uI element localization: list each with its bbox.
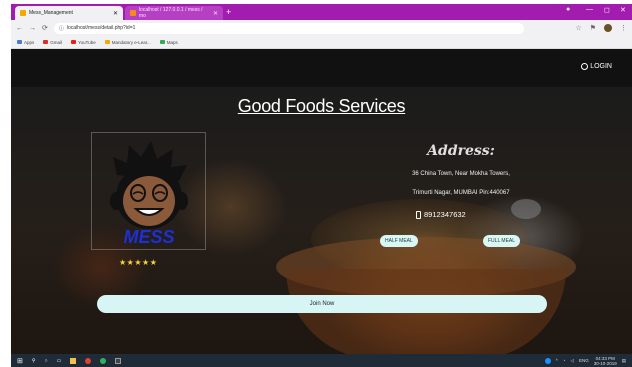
- clock[interactable]: 04:33 PM 30-10-2019: [594, 356, 617, 366]
- maximize-button[interactable]: ◻: [604, 6, 610, 14]
- account-avatar[interactable]: [604, 24, 612, 32]
- star-rating: ★★★★★: [119, 258, 158, 267]
- address-line-2: Trimurti Nagar, MUMBAI Pin:440067: [412, 190, 510, 196]
- user-icon: [581, 63, 589, 70]
- tab-title: Mess_Management: [29, 10, 73, 16]
- phone-number: 8912347632: [416, 210, 466, 219]
- favicon-icon: [20, 10, 26, 16]
- bookmark-star-icon[interactable]: ☆: [575, 24, 581, 32]
- wifi-icon[interactable]: ◔: [563, 358, 566, 363]
- clock-time: 04:33 PM: [595, 355, 615, 361]
- menu-icon[interactable]: ⋮: [620, 24, 627, 32]
- back-button[interactable]: ←: [16, 25, 23, 32]
- file-explorer-icon[interactable]: [70, 357, 77, 364]
- login-label: LOGIN: [590, 63, 612, 70]
- reload-button[interactable]: ⟳: [42, 24, 48, 32]
- tab-strip: Mess_Management ✕ localhost / 127.0.0.1 …: [11, 4, 632, 20]
- bookmark-elearning[interactable]: Mandatory e-Lear...: [104, 40, 151, 45]
- minimize-button[interactable]: —: [586, 6, 593, 13]
- bookmark-youtube[interactable]: YouTube: [71, 40, 96, 45]
- page-title: Good Foods Services: [237, 96, 406, 116]
- full-meal-button[interactable]: FULL MEAL: [483, 235, 521, 247]
- mess-logo: MESS: [110, 141, 188, 247]
- bookmarks-bar: Apps Gmail YouTube Mandatory e-Lear... M…: [11, 36, 632, 49]
- close-tab-icon[interactable]: ✕: [113, 10, 118, 17]
- clock-date: 30-10-2019: [593, 360, 617, 366]
- system-tray: ^ ◔ ◁ ENG 04:33 PM 30-10-2019 ▤: [544, 356, 626, 366]
- terminal-icon[interactable]: [115, 357, 122, 364]
- extension-icon[interactable]: ⚑: [590, 24, 596, 32]
- forward-button[interactable]: →: [29, 25, 36, 32]
- tray-expand-icon[interactable]: ^: [556, 358, 558, 363]
- page-content: LOGIN Good Foods Services MESS ★★★★★ Add…: [11, 49, 632, 354]
- close-window-button[interactable]: ✕: [620, 6, 626, 14]
- app-icon[interactable]: [100, 357, 107, 364]
- bookmark-maps[interactable]: Maps: [159, 40, 178, 45]
- elearning-icon: [104, 40, 110, 44]
- url-text: localhost/mess/detail.php?id=1: [66, 25, 136, 31]
- notifications-icon[interactable]: ▤: [622, 358, 626, 364]
- volume-icon[interactable]: ◁: [570, 358, 573, 364]
- youtube-icon: [71, 40, 77, 44]
- phone-icon: [416, 210, 421, 219]
- half-meal-button[interactable]: HALF MEAL: [380, 235, 418, 247]
- cortana-icon[interactable]: ○: [45, 358, 48, 364]
- toolbar-actions: ☆ ⚑ ⋮: [575, 24, 627, 32]
- logo-text: MESS: [123, 227, 174, 247]
- bookmark-apps[interactable]: Apps: [17, 40, 34, 45]
- tab-title: localhost / 127.0.0.1 / mess / mo: [138, 7, 203, 19]
- apps-icon: [17, 40, 22, 44]
- gmail-icon: [43, 40, 49, 44]
- close-tab-icon[interactable]: ✕: [213, 10, 218, 17]
- maps-icon: [159, 40, 165, 44]
- chrome-icon[interactable]: [85, 357, 92, 364]
- login-link[interactable]: LOGIN: [581, 63, 612, 70]
- url-input[interactable]: ⓘ localhost/mess/detail.php?id=1: [53, 22, 524, 34]
- profile-icon[interactable]: ●: [566, 6, 570, 13]
- tray-lang[interactable]: ENG: [579, 358, 589, 363]
- tray-app-icon[interactable]: [544, 357, 551, 364]
- windows-taskbar: ⊞ ⚲ ○ ▭ ^ ◔ ◁ ENG 04:33 PM 30-10-2019 ▤: [11, 354, 632, 367]
- browser-window: Mess_Management ✕ localhost / 127.0.0.1 …: [11, 4, 632, 367]
- tab-mess-management[interactable]: Mess_Management ✕: [15, 6, 123, 20]
- windows-start-icon[interactable]: ⊞: [17, 357, 23, 365]
- search-icon[interactable]: ⚲: [32, 358, 36, 364]
- bookmark-gmail[interactable]: Gmail: [43, 40, 62, 45]
- phone-text: 8912347632: [424, 210, 466, 219]
- task-view-icon[interactable]: ▭: [57, 358, 62, 364]
- address-heading: Address:: [427, 143, 495, 159]
- info-icon[interactable]: ⓘ: [59, 25, 64, 32]
- join-now-button[interactable]: Join Now: [97, 295, 547, 313]
- favicon-icon: [130, 10, 136, 16]
- tab-phpmyadmin[interactable]: localhost / 127.0.0.1 / mess / mo ✕: [125, 6, 223, 20]
- new-tab-button[interactable]: +: [226, 6, 231, 18]
- address-line-1: 36 China Town, Near Mokha Towers,: [412, 171, 510, 177]
- address-bar: ← → ⟳ ⓘ localhost/mess/detail.php?id=1 ☆…: [11, 20, 632, 36]
